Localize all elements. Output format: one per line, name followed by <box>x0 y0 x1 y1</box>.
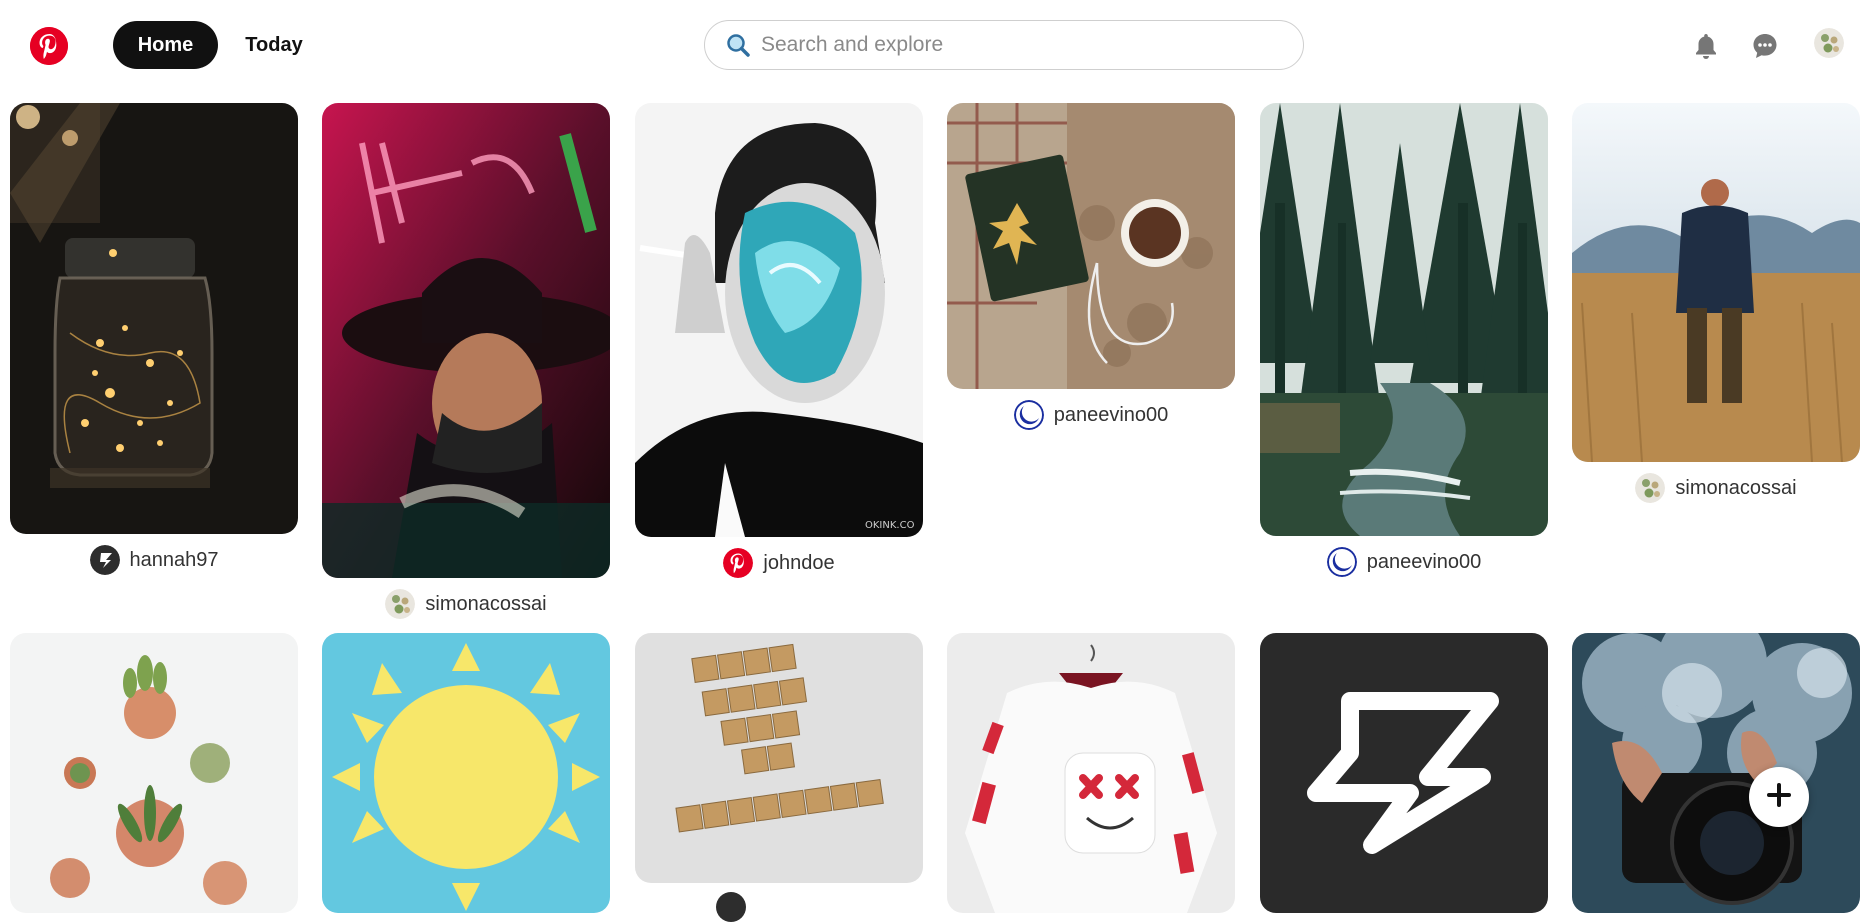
succulent-avatar-icon <box>1635 473 1666 503</box>
moon-avatar-icon <box>1013 400 1044 430</box>
pin-image-ocean-face-art[interactable]: OKINK.CO <box>635 103 923 537</box>
moon-avatar-icon <box>1326 547 1357 577</box>
pin-card[interactable] <box>947 633 1235 913</box>
pin-author-name: johndoe <box>763 551 835 574</box>
pin-card[interactable]: paneevino00 <box>1260 103 1548 578</box>
nav-today-button[interactable]: Today <box>230 21 318 69</box>
brand-z-avatar-icon <box>716 892 746 922</box>
pin-image-sun-illustration[interactable] <box>322 633 610 913</box>
pin-image-man-in-field[interactable] <box>1572 103 1860 462</box>
pin-image-fairy-lights-jar[interactable] <box>10 103 298 534</box>
pin-image-succulents[interactable] <box>10 633 298 913</box>
pin-card[interactable] <box>1572 633 1860 913</box>
pin-author[interactable]: simonacossai <box>1572 472 1860 504</box>
pin-author-name: simonacossai <box>425 592 547 615</box>
user-avatar[interactable] <box>1814 28 1844 58</box>
pin-card[interactable]: simonacossai <box>322 103 610 620</box>
pin-card[interactable]: simonacossai <box>1572 103 1860 504</box>
pin-card[interactable]: hannah97 <box>10 103 298 576</box>
svg-text:OKINK.CO: OKINK.CO <box>865 520 915 531</box>
pin-image-marshmello-sweatshirt[interactable] <box>947 633 1235 913</box>
pin-author[interactable]: paneevino00 <box>1260 546 1548 578</box>
add-pin-button[interactable] <box>1749 767 1809 827</box>
pin-author-name: simonacossai <box>1675 476 1797 499</box>
plus-icon <box>1765 781 1793 814</box>
pin-image-camera-smoke[interactable] <box>1572 633 1860 913</box>
pin-card[interactable] <box>1260 633 1548 913</box>
pin-card[interactable] <box>10 633 298 913</box>
pin-card[interactable]: OKINK.CO johndoe <box>635 103 923 579</box>
search-icon <box>725 31 753 59</box>
chat-icon[interactable] <box>1747 28 1783 64</box>
pin-author[interactable]: hannah97 <box>10 544 298 576</box>
pinterest-logo-icon[interactable] <box>30 27 68 65</box>
pin-image-scrabble-tiles[interactable] <box>635 633 923 883</box>
pin-image-z-logo[interactable] <box>1260 633 1548 913</box>
pin-author-name: hannah97 <box>129 548 219 571</box>
pin-author[interactable]: johndoe <box>635 547 923 579</box>
pin-image-forest-stream[interactable] <box>1260 103 1548 536</box>
pin-card[interactable] <box>635 633 923 883</box>
nav-home-button[interactable]: Home <box>113 21 218 69</box>
pin-card[interactable]: paneevino00 <box>947 103 1235 431</box>
search-input[interactable] <box>761 33 1281 57</box>
pinterest-avatar-icon <box>723 548 754 578</box>
pin-author-name: paneevino00 <box>1053 403 1169 426</box>
bell-icon[interactable] <box>1688 28 1724 64</box>
pin-author[interactable]: simonacossai <box>322 588 610 620</box>
pin-image-cozy-flatlay[interactable] <box>947 103 1235 389</box>
brand-z-avatar-icon <box>89 545 120 575</box>
top-navigation-bar: Home Today <box>0 0 1873 92</box>
search-bar[interactable] <box>704 20 1304 70</box>
pin-author[interactable]: paneevino00 <box>947 399 1235 431</box>
succulent-avatar-icon <box>385 589 416 619</box>
pin-author-name: paneevino00 <box>1366 550 1482 573</box>
pin-image-neon-portrait[interactable] <box>322 103 610 578</box>
pin-card[interactable] <box>322 633 610 913</box>
